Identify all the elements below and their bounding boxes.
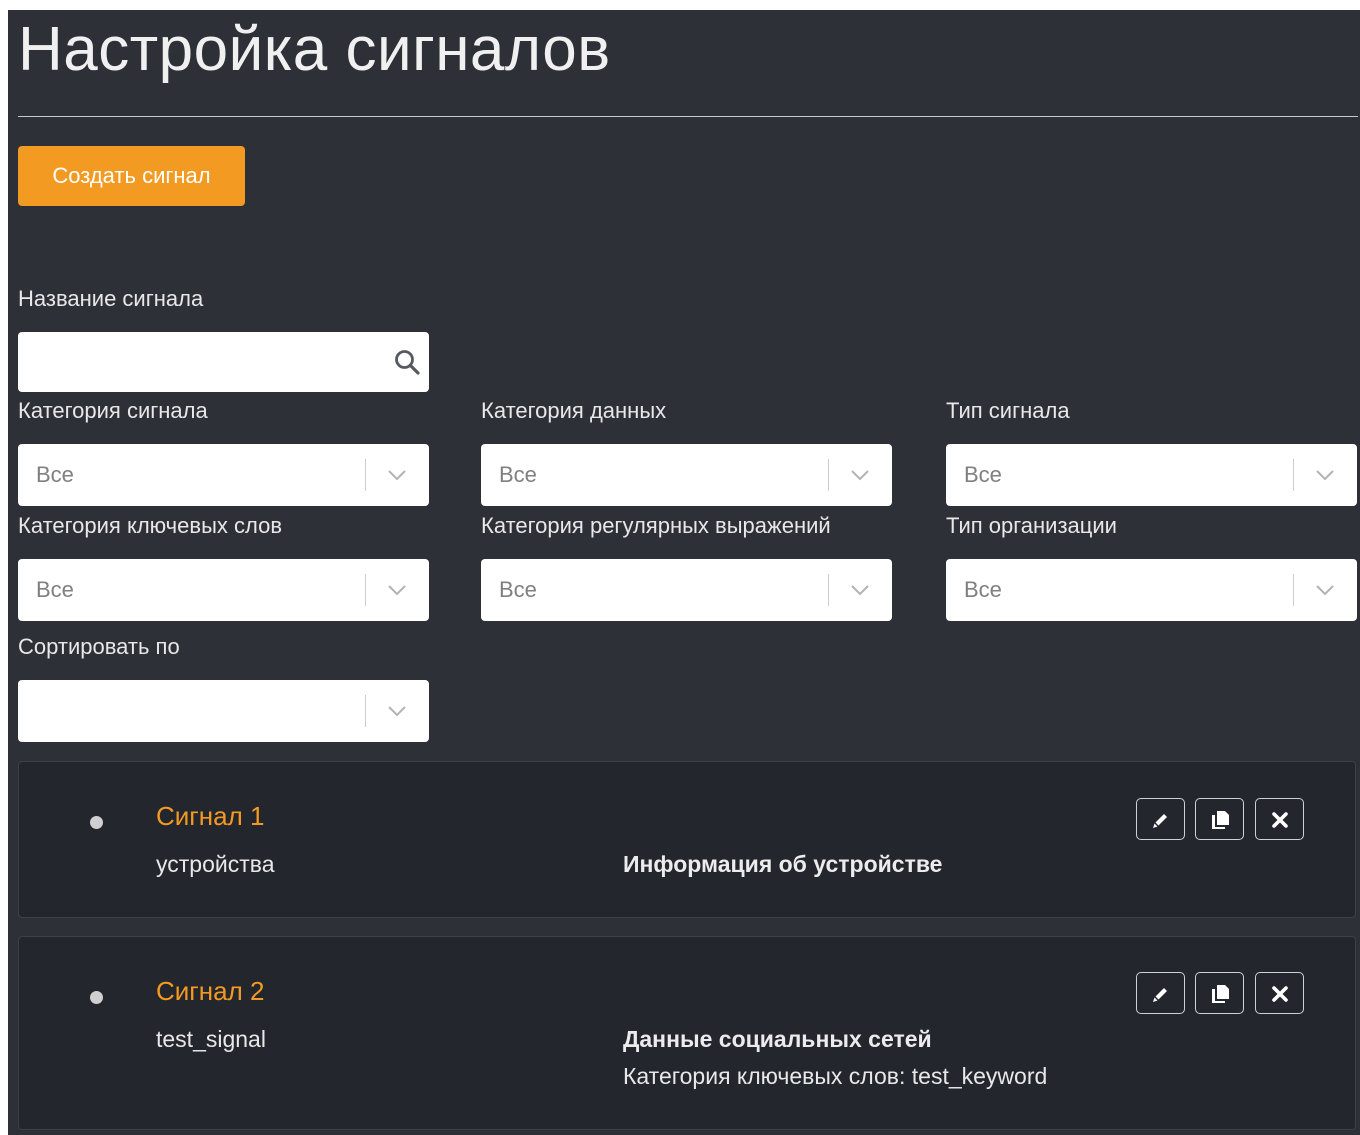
- copy-icon: [1212, 985, 1229, 1003]
- keyword-category-select[interactable]: Все: [18, 559, 429, 621]
- signal-card: Сигнал 1 устройства Информация об устрой…: [18, 761, 1356, 918]
- close-icon: [1272, 986, 1288, 1002]
- chevron-down-icon[interactable]: [385, 580, 409, 600]
- signal-subtitle: test_signal: [156, 1026, 266, 1052]
- data-category-value: Все: [499, 462, 537, 487]
- title-divider: [18, 116, 1358, 117]
- delete-button[interactable]: [1255, 972, 1304, 1014]
- page-title: Настройка сигналов: [18, 15, 611, 84]
- pencil-icon: [1153, 814, 1167, 828]
- signal-settings-page: Настройка сигналов Создать сигнал Назван…: [8, 10, 1360, 1135]
- signal-data-category: Информация об устройстве: [623, 851, 943, 877]
- regex-category-value: Все: [499, 577, 537, 602]
- close-icon: [1272, 812, 1288, 828]
- delete-button[interactable]: [1255, 798, 1304, 840]
- org-type-value: Все: [964, 577, 1002, 602]
- create-signal-button[interactable]: Создать сигнал: [18, 146, 245, 206]
- signal-card: Сигнал 2 test_signal Данные социальных с…: [18, 936, 1356, 1130]
- signal-category-select[interactable]: Все: [18, 444, 429, 506]
- copy-button[interactable]: [1195, 798, 1244, 840]
- signal-name-link[interactable]: Сигнал 2: [156, 976, 264, 1006]
- sort-by-select[interactable]: [18, 680, 429, 742]
- org-type-select[interactable]: Все: [946, 559, 1357, 621]
- select-separator: [1293, 459, 1294, 491]
- signal-type-select[interactable]: Все: [946, 444, 1357, 506]
- chevron-down-icon[interactable]: [385, 465, 409, 485]
- status-dot: [90, 991, 103, 1004]
- signal-subtitle: устройства: [156, 851, 275, 877]
- chevron-down-icon[interactable]: [848, 580, 872, 600]
- signal-extra-info: Категория ключевых слов: test_keyword: [623, 1063, 1048, 1089]
- copy-icon: [1212, 811, 1229, 829]
- keyword-category-value: Все: [36, 577, 74, 602]
- chevron-down-icon[interactable]: [848, 465, 872, 485]
- pencil-icon: [1153, 988, 1167, 1002]
- keyword-category-label: Категория ключевых слов: [18, 513, 282, 538]
- signal-data-category: Данные социальных сетей: [623, 1026, 932, 1052]
- org-type-label: Тип организации: [946, 513, 1117, 538]
- signal-name-input[interactable]: [18, 332, 378, 392]
- select-separator: [365, 459, 366, 491]
- search-icon[interactable]: [393, 348, 421, 376]
- signal-type-value: Все: [964, 462, 1002, 487]
- data-category-label: Категория данных: [481, 398, 667, 423]
- chevron-down-icon[interactable]: [1313, 465, 1337, 485]
- chevron-down-icon[interactable]: [1313, 580, 1337, 600]
- copy-button[interactable]: [1195, 972, 1244, 1014]
- signal-name-label: Название сигнала: [18, 286, 204, 311]
- select-separator: [828, 459, 829, 491]
- data-category-select[interactable]: Все: [481, 444, 892, 506]
- signal-category-value: Все: [36, 462, 74, 487]
- select-separator: [365, 695, 366, 727]
- signal-category-label: Категория сигнала: [18, 398, 208, 423]
- edit-button[interactable]: [1136, 798, 1185, 840]
- signal-name-link[interactable]: Сигнал 1: [156, 801, 264, 831]
- sort-by-label: Сортировать по: [18, 634, 180, 659]
- signal-name-search: [18, 332, 429, 392]
- edit-button[interactable]: [1136, 972, 1185, 1014]
- regex-category-select[interactable]: Все: [481, 559, 892, 621]
- chevron-down-icon[interactable]: [385, 701, 409, 721]
- regex-category-label: Категория регулярных выражений: [481, 513, 831, 538]
- signal-type-label: Тип сигнала: [946, 398, 1070, 423]
- select-separator: [1293, 574, 1294, 606]
- select-separator: [365, 574, 366, 606]
- select-separator: [828, 574, 829, 606]
- status-dot: [90, 816, 103, 829]
